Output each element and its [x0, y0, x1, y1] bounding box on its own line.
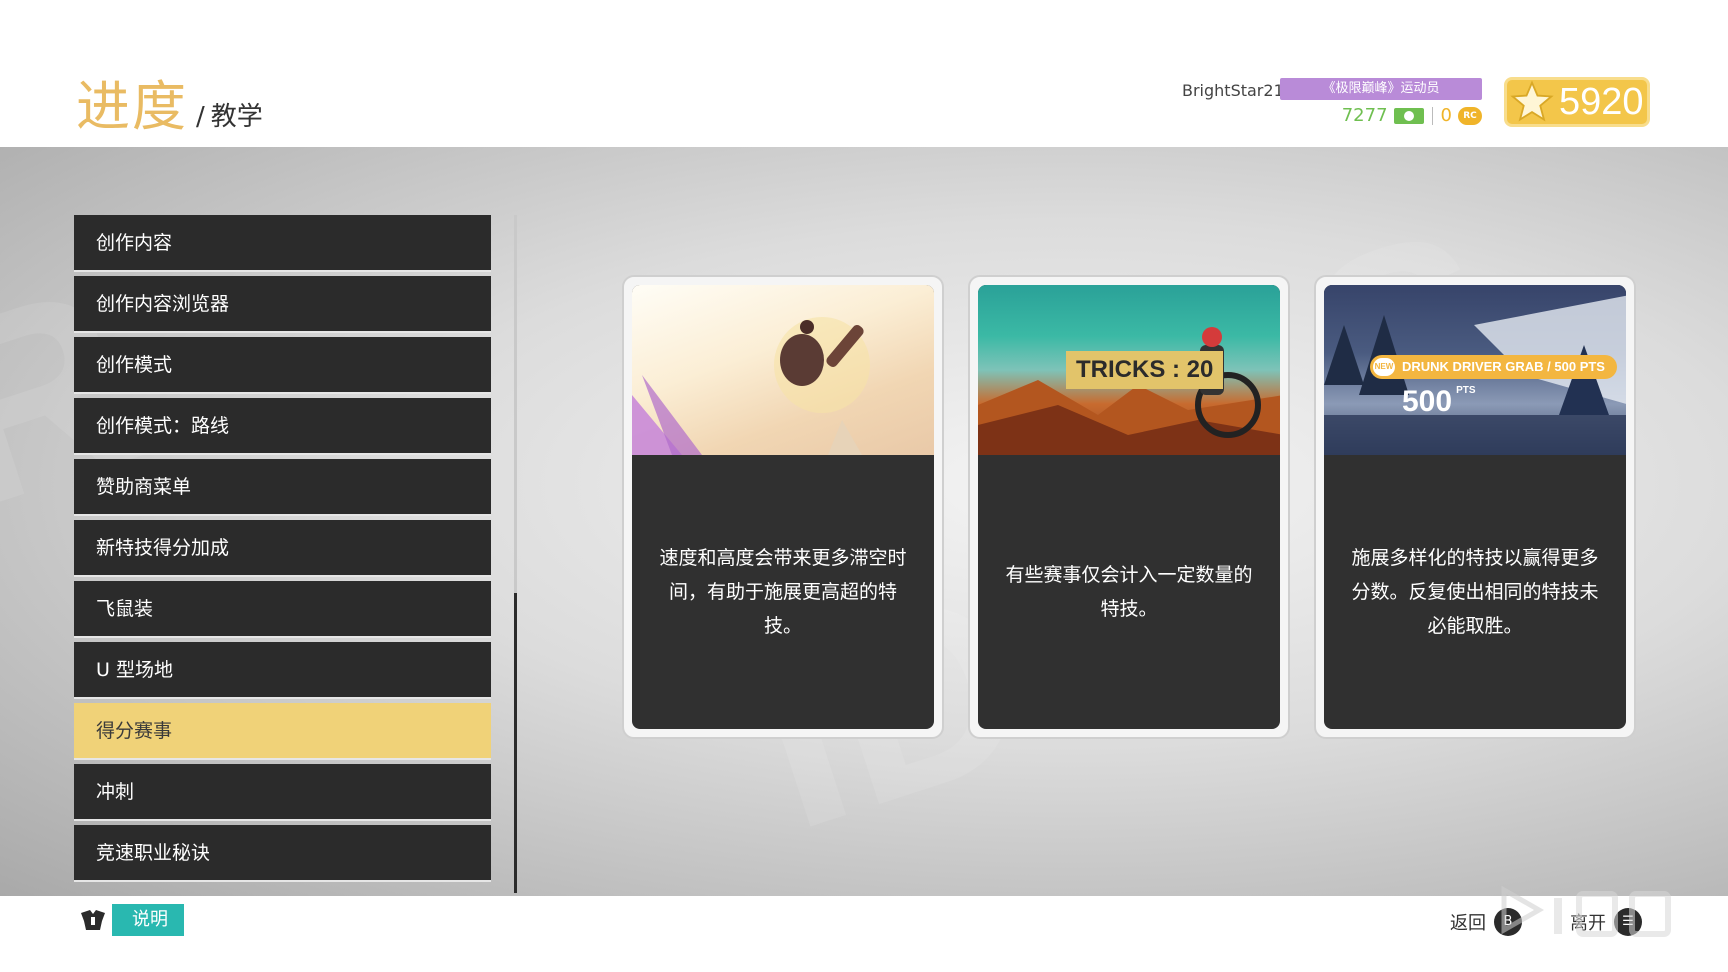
player-rank-badge: 《极限巅峰》运动员 — [1280, 78, 1482, 100]
trick-name: DRUNK DRIVER GRAB / 500 PTS — [1402, 359, 1605, 374]
card-description: 施展多样化的特技以赢得更多分数。反复使出相同的特技未必能取胜。 — [1351, 547, 1599, 637]
card-body: NEW DRUNK DRIVER GRAB / 500 PTS 500 PTS 施… — [1324, 285, 1626, 729]
menu-item[interactable]: 创作内容 — [74, 215, 491, 272]
cash-value: 7277 — [1341, 105, 1388, 126]
menu-item-label: 飞鼠装 — [96, 598, 154, 620]
ski-grab-image: NEW DRUNK DRIVER GRAB / 500 PTS 500 PTS — [1324, 285, 1626, 455]
cash-icon — [1393, 107, 1424, 124]
bottom-bar: 说明 返回 B 离开 ☰ — [0, 896, 1728, 972]
menu-item[interactable]: 新特技得分加成 — [74, 520, 491, 577]
stars-value: 5920 — [1559, 80, 1644, 123]
tutorial-area: R ID S 创作内容 创作内容浏览器 创作模式 创作模式：路线 赞助商菜单 新… — [0, 147, 1728, 896]
menu-item-label: U 型场地 — [96, 659, 173, 681]
card-description: 速度和高度会带来更多滞空时间，有助于施展更高超的特技。 — [659, 547, 907, 637]
menu-item[interactable]: U 型场地 — [74, 642, 491, 699]
bike-tricks-image: TRICKS : 20 — [978, 285, 1280, 455]
page-title: 进度 / 教学 — [76, 62, 263, 141]
menu-item-label: 得分赛事 — [96, 720, 173, 742]
coin-icon: RC — [1458, 106, 1482, 125]
tutorial-menu: 创作内容 创作内容浏览器 创作模式 创作模式：路线 赞助商菜单 新特技得分加成 … — [74, 215, 491, 886]
points-unit: PTS — [1456, 385, 1476, 396]
player-info: BrightStar21 《极限巅峰》运动员 7277 0 RC — [1180, 78, 1482, 130]
menu-item-label: 新特技得分加成 — [96, 537, 230, 559]
card-body: 速度和高度会带来更多滞空时间，有助于施展更高超的特技。 — [632, 285, 934, 729]
menu-item-label: 冲刺 — [96, 781, 135, 803]
menu-item-label: 竞速职业秘诀 — [96, 842, 211, 864]
menu-item[interactable]: 冲刺 — [74, 764, 491, 821]
menu-item-label: 创作模式：路线 — [96, 415, 230, 437]
menu-item[interactable]: 创作内容浏览器 — [74, 276, 491, 333]
title-sub: 教学 — [210, 102, 263, 132]
card-description: 有些赛事仅会计入一定数量的特技。 — [1005, 564, 1253, 620]
tutorial-card: TRICKS : 20 有些赛事仅会计入一定数量的特技。 — [968, 275, 1290, 739]
tricks-badge: TRICKS : 20 — [1066, 351, 1224, 389]
menu-item[interactable]: 赞助商菜单 — [74, 459, 491, 516]
top-bar: 进度 / 教学 BrightStar21 《极限巅峰》运动员 7277 0 RC… — [0, 0, 1728, 147]
menu-item-selected[interactable]: 得分赛事 — [74, 703, 491, 760]
menu-item-label: 赞助商菜单 — [96, 476, 192, 498]
menu-scrollbar[interactable] — [514, 215, 517, 893]
back-label: 返回 — [1450, 913, 1486, 934]
tutorial-card: NEW DRUNK DRIVER GRAB / 500 PTS 500 PTS 施… — [1314, 275, 1636, 739]
site-watermark-logo — [1501, 885, 1671, 937]
title-main: 进度 — [76, 75, 188, 138]
menu-item-label: 创作模式 — [96, 354, 173, 376]
currency-divider — [1431, 106, 1433, 125]
menu-item-label: 创作内容 — [96, 232, 173, 254]
card-body: TRICKS : 20 有些赛事仅会计入一定数量的特技。 — [978, 285, 1280, 729]
menu-item[interactable]: 创作模式：路线 — [74, 398, 491, 455]
menu-item[interactable]: 飞鼠装 — [74, 581, 491, 638]
new-badge: NEW — [1373, 358, 1395, 376]
player-name: BrightStar21 — [1182, 81, 1284, 100]
tutorial-card: 速度和高度会带来更多滞空时间，有助于施展更高超的特技。 — [622, 275, 944, 739]
snowboard-air-image — [632, 285, 934, 455]
snowboarder-illustration — [632, 317, 870, 455]
trick-points: 500 PTS — [1402, 385, 1476, 419]
title-separator: / — [196, 102, 205, 132]
coin-value: 0 — [1440, 105, 1452, 126]
points-value: 500 — [1402, 385, 1453, 418]
trick-name-badge: NEW DRUNK DRIVER GRAB / 500 PTS — [1370, 355, 1617, 379]
currency-display: 7277 0 RC — [1342, 105, 1482, 126]
menu-item-label: 创作内容浏览器 — [96, 293, 230, 315]
help-button[interactable]: 说明 — [78, 904, 184, 936]
help-label: 说明 — [112, 904, 184, 936]
menu-item[interactable]: 竞速职业秘诀 — [74, 825, 491, 882]
menu-item[interactable]: 创作模式 — [74, 337, 491, 394]
controller-icon — [81, 910, 105, 930]
star-icon — [1510, 80, 1554, 122]
stars-counter: 5920 — [1504, 77, 1650, 127]
scrollbar-thumb[interactable] — [514, 593, 517, 893]
